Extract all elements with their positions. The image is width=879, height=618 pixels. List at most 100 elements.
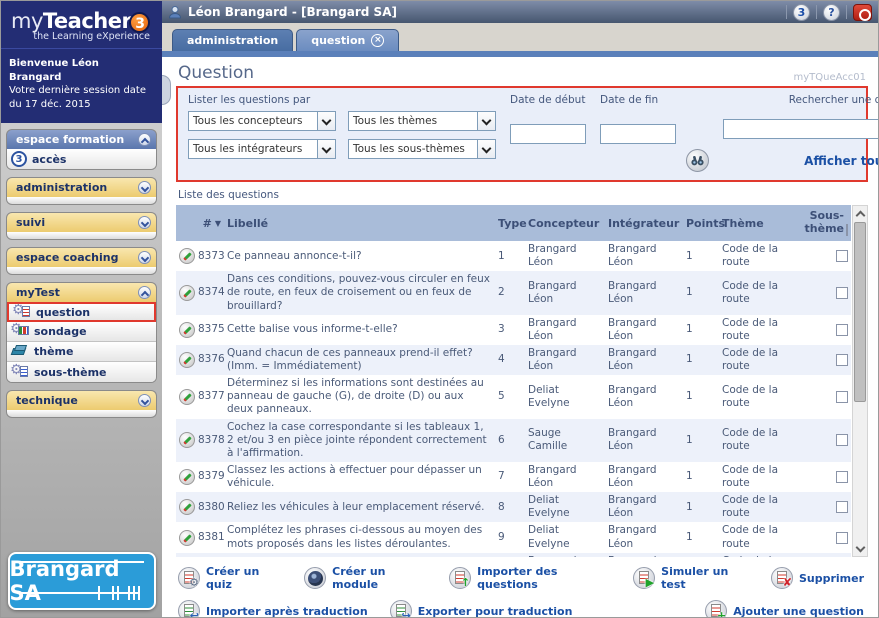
integrateur-dropdown[interactable]: Tous les intégrateurs (188, 139, 336, 159)
sidebar-item-sous-theme[interactable]: ⚙ sous-thème (7, 362, 156, 382)
edit-pencil-icon[interactable] (179, 352, 195, 368)
scroll-down-icon[interactable] (853, 541, 867, 556)
sidebar-item-sondage[interactable]: ⚙ sondage (7, 321, 156, 342)
sidebar-collapse-handle[interactable] (162, 75, 171, 105)
col-num-label: # (202, 216, 212, 230)
chevron-circle-icon[interactable] (138, 133, 151, 146)
col-num[interactable]: # ▼ (176, 215, 224, 232)
question-type: 9 (498, 530, 505, 543)
show-all-label[interactable]: Afficher tout (804, 154, 878, 168)
edit-pencil-icon[interactable] (179, 529, 195, 546)
table-scrollbar[interactable] (852, 205, 868, 557)
chevron-circle-icon[interactable] (138, 394, 151, 407)
sous-theme-dropdown[interactable]: Tous les sous-thèmes (348, 139, 496, 159)
question-points: 1 (686, 323, 693, 336)
edit-pencil-icon[interactable] (179, 248, 195, 265)
col-theme[interactable]: Thème (719, 215, 807, 232)
sidebar-section-mytest[interactable]: myTest (6, 282, 157, 302)
row-checkbox[interactable] (836, 323, 848, 336)
simulate-test-icon: ▶ (633, 567, 656, 589)
question-type: 8 (498, 500, 505, 513)
edit-pencil-icon[interactable] (179, 469, 195, 485)
edit-pencil-icon[interactable] (179, 388, 195, 405)
scroll-up-icon[interactable] (853, 206, 867, 221)
question-type: 2 (498, 286, 505, 299)
export-translation-icon: ↪ (389, 600, 412, 617)
create-quiz-icon: ⚙ (178, 567, 200, 589)
search-question-input[interactable] (723, 118, 878, 139)
question-number: 8380 (198, 500, 225, 513)
simuler-un-test-button[interactable]: ▶ Simuler un test (633, 565, 749, 591)
action-label: Simuler un test (661, 565, 729, 591)
question-number: 8373 (198, 249, 225, 262)
edit-pencil-icon[interactable] (179, 321, 195, 338)
exporter-pour-traduction-button[interactable]: ↪ Exporter pour traduction (389, 600, 573, 618)
question-label: Reliez les véhicules à leur emplacement … (227, 500, 485, 513)
importer-des-questions-button[interactable]: ↑ Importer des questions (449, 565, 611, 591)
row-checkbox[interactable] (836, 434, 848, 447)
sidebar-item-acces[interactable]: 3 accès (7, 149, 156, 169)
app-window: myTeacher 3 the Learning eXperience Bienv… (0, 0, 879, 618)
help-icon[interactable]: ? (823, 3, 840, 21)
tab-close-icon[interactable]: × (371, 34, 385, 47)
col-concepteur[interactable]: Concepteur (525, 215, 605, 232)
question-theme: Code de la route (722, 427, 779, 453)
col-integrateur[interactable]: Intégrateur (605, 215, 683, 232)
gear-doc-blue-icon: ⚙ (10, 362, 29, 380)
action-bar: ⚙ Créer un quiz Créer un module ↑ Importer d… (176, 557, 868, 617)
action-label: Importer des questions (477, 565, 558, 591)
col-type[interactable]: Type (495, 215, 527, 232)
row-checkbox[interactable] (836, 390, 848, 403)
table-row: 8380 Reliez les véhicules à leur emplace… (176, 492, 851, 523)
sidebar-item-question[interactable]: ⚙ question (7, 302, 156, 322)
row-checkbox[interactable] (836, 531, 848, 544)
question-integrateur: Brangard Léon (608, 279, 657, 305)
sidebar-section-espace-coaching[interactable]: espace coaching (6, 247, 157, 267)
row-checkbox[interactable] (836, 354, 848, 366)
date-start-input[interactable] (510, 124, 586, 144)
question-type: 4 (498, 353, 505, 366)
supprimer-button[interactable]: ✘ Supprimer (770, 567, 864, 589)
sidebar-section-body (6, 410, 157, 418)
row-checkbox[interactable] (836, 471, 848, 483)
creer-un-module-button[interactable]: Créer un module (304, 565, 427, 591)
select-all-checkbox[interactable] (846, 223, 848, 236)
sidebar-section-body (6, 197, 157, 205)
row-checkbox[interactable] (836, 286, 848, 299)
sidebar-section: espace formation 3 accès (6, 129, 157, 170)
creer-un-quiz-button[interactable]: ⚙ Créer un quiz (178, 565, 282, 591)
edit-pencil-icon[interactable] (179, 432, 195, 449)
question-integrateur: Brangard Léon (608, 463, 657, 489)
tab-question[interactable]: question × (296, 29, 400, 51)
concepteur-dropdown[interactable]: Tous les concepteurs (188, 111, 336, 131)
page-title: Question (178, 63, 255, 83)
sidebar-section-suivi[interactable]: suivi (6, 212, 157, 232)
logout-power-icon[interactable] (853, 3, 872, 21)
sidebar-section-technique[interactable]: technique (6, 390, 157, 410)
importer-apres-traduction-button[interactable]: ↩ Importer après traduction (178, 600, 368, 617)
date-end-input[interactable] (600, 124, 676, 144)
col-libelle[interactable]: Libellé (224, 215, 495, 232)
tab-administration[interactable]: administration (172, 29, 294, 51)
sidebar-item-theme[interactable]: thème (7, 342, 156, 362)
edit-pencil-icon[interactable] (179, 499, 195, 516)
date-search-binoculars-icon[interactable] (686, 149, 709, 172)
question-label: Cette balise vous informe-t-elle? (227, 323, 398, 336)
row-checkbox[interactable] (836, 501, 848, 514)
sidebar-section-espace-formation[interactable]: espace formation (6, 129, 157, 149)
action-label: Exporter pour traduction (417, 604, 573, 618)
chevron-circle-icon[interactable] (138, 216, 151, 229)
version-3-icon[interactable]: 3 (793, 3, 810, 21)
chevron-circle-icon[interactable] (138, 251, 151, 264)
chevron-circle-icon[interactable] (138, 286, 151, 299)
theme-dropdown[interactable]: Tous les thèmes (348, 111, 496, 131)
col-points[interactable]: Points (683, 215, 725, 232)
row-checkbox[interactable] (836, 250, 848, 263)
chevron-circle-icon[interactable] (138, 181, 151, 194)
ajouter-une-question-button[interactable]: + Ajouter une question (705, 600, 864, 617)
action-label: Importer après traduction (206, 604, 368, 618)
edit-pencil-icon[interactable] (179, 284, 195, 301)
scrollbar-thumb[interactable] (854, 222, 866, 402)
sidebar-section-administration[interactable]: administration (6, 177, 157, 197)
tab-strip: administration question × (162, 23, 878, 51)
